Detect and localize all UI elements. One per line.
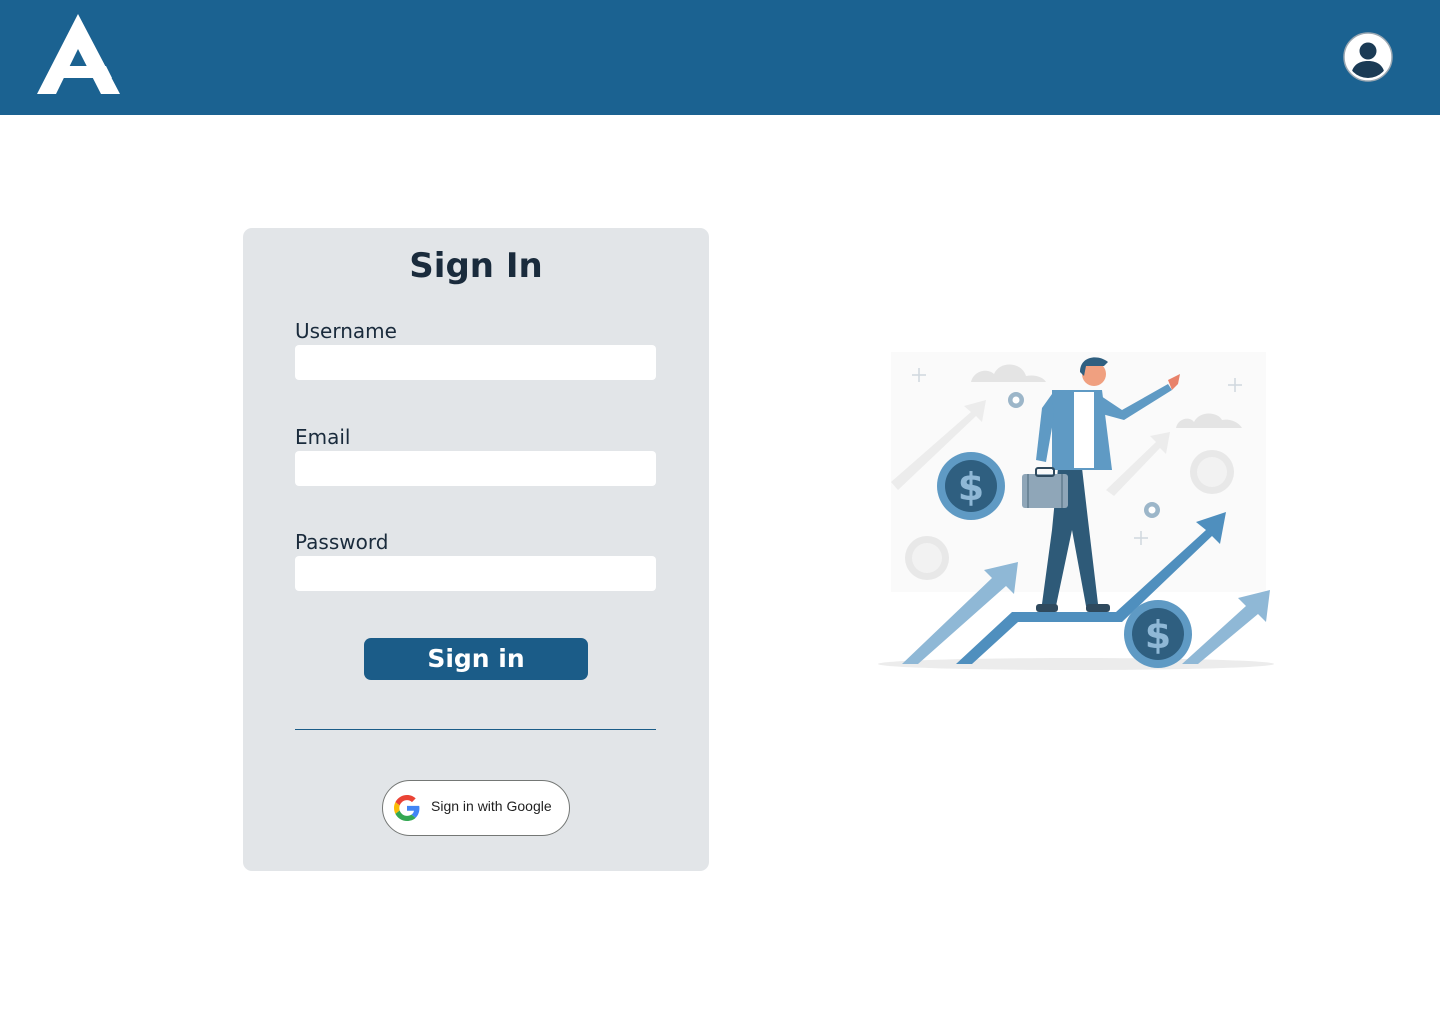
divider-line bbox=[295, 729, 656, 730]
top-header-bar bbox=[0, 0, 1440, 115]
app-logo-icon[interactable] bbox=[36, 14, 122, 96]
email-input[interactable] bbox=[295, 451, 656, 486]
business-growth-illustration: $ $ bbox=[878, 352, 1274, 670]
svg-text:$: $ bbox=[1145, 613, 1171, 657]
password-input[interactable] bbox=[295, 556, 656, 591]
sign-in-title: Sign In bbox=[409, 246, 543, 286]
google-g-icon bbox=[394, 795, 420, 821]
username-label: Username bbox=[295, 319, 397, 343]
google-sign-in-label: Sign in with Google bbox=[431, 798, 552, 814]
username-input[interactable] bbox=[295, 345, 656, 380]
password-label: Password bbox=[295, 530, 389, 554]
email-label: Email bbox=[295, 425, 351, 449]
google-sign-in-button[interactable]: Sign in with Google bbox=[382, 780, 570, 836]
sign-in-button[interactable]: Sign in bbox=[364, 638, 588, 680]
svg-text:$: $ bbox=[958, 465, 984, 509]
user-avatar-icon[interactable] bbox=[1343, 32, 1393, 82]
